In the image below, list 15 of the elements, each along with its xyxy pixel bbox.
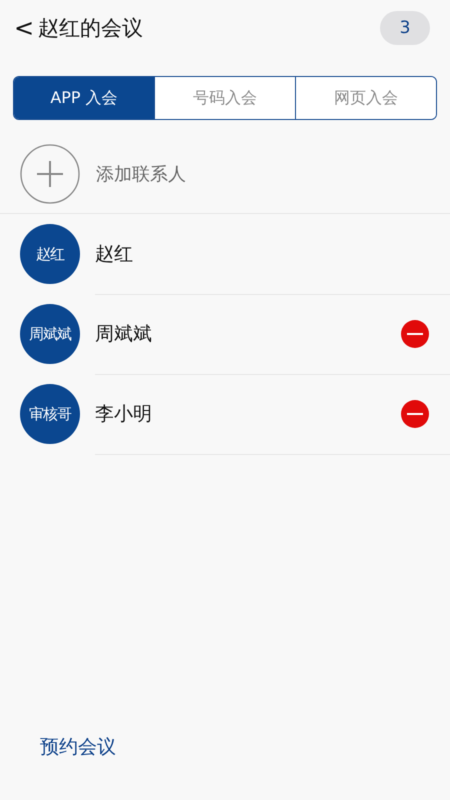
remove-icon[interactable]	[400, 318, 430, 348]
remove-icon[interactable]	[400, 398, 430, 428]
avatar: 周斌斌	[20, 304, 80, 364]
schedule-meeting-link[interactable]: 预约会议	[40, 734, 116, 760]
page-title: 赵红的会议	[38, 15, 144, 42]
add-contact-button[interactable]: 添加联系人	[0, 134, 450, 214]
participant-name: 周斌斌	[95, 322, 153, 346]
back-button[interactable]: <	[14, 14, 38, 42]
participant-count: 3	[380, 11, 430, 45]
participant-name: 赵红	[95, 242, 134, 266]
participant-name: 李小明	[95, 402, 153, 426]
avatar: 赵红	[20, 224, 80, 284]
tab[interactable]: APP 入会	[14, 77, 154, 119]
plus-icon	[20, 144, 80, 204]
avatar: 审核哥	[20, 384, 80, 444]
